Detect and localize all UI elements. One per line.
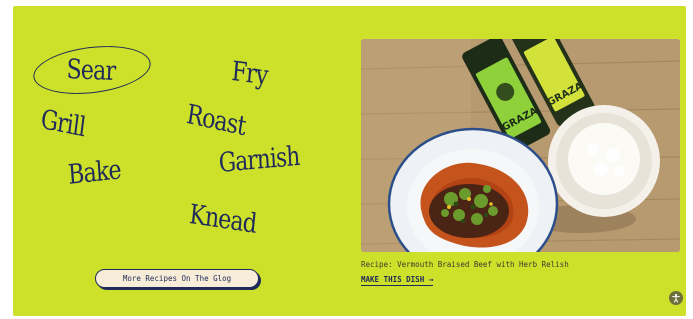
hero-panel: Sear Fry Grill Roast Bake Garnish Knead … <box>13 6 686 316</box>
word-knead[interactable]: Knead <box>188 199 258 240</box>
word-fry[interactable]: Fry <box>230 56 268 91</box>
word-sear[interactable]: Sear <box>66 54 116 87</box>
recipe-photo-illustration: GRAZA GRAZA <box>361 39 680 252</box>
recipe-photo: GRAZA GRAZA <box>361 39 680 252</box>
word-bake[interactable]: Bake <box>67 154 122 190</box>
recipe-caption: Recipe: Vermouth Braised Beef with Herb … <box>361 260 569 269</box>
accessibility-icon <box>672 293 680 303</box>
make-this-dish-link[interactable]: MAKE THIS DISH → <box>361 275 434 286</box>
word-garnish[interactable]: Garnish <box>218 141 300 179</box>
word-grill[interactable]: Grill <box>39 104 87 143</box>
accessibility-button[interactable] <box>669 291 683 305</box>
word-roast[interactable]: Roast <box>185 99 248 142</box>
more-recipes-button[interactable]: More Recipes On The Glog <box>95 269 259 288</box>
